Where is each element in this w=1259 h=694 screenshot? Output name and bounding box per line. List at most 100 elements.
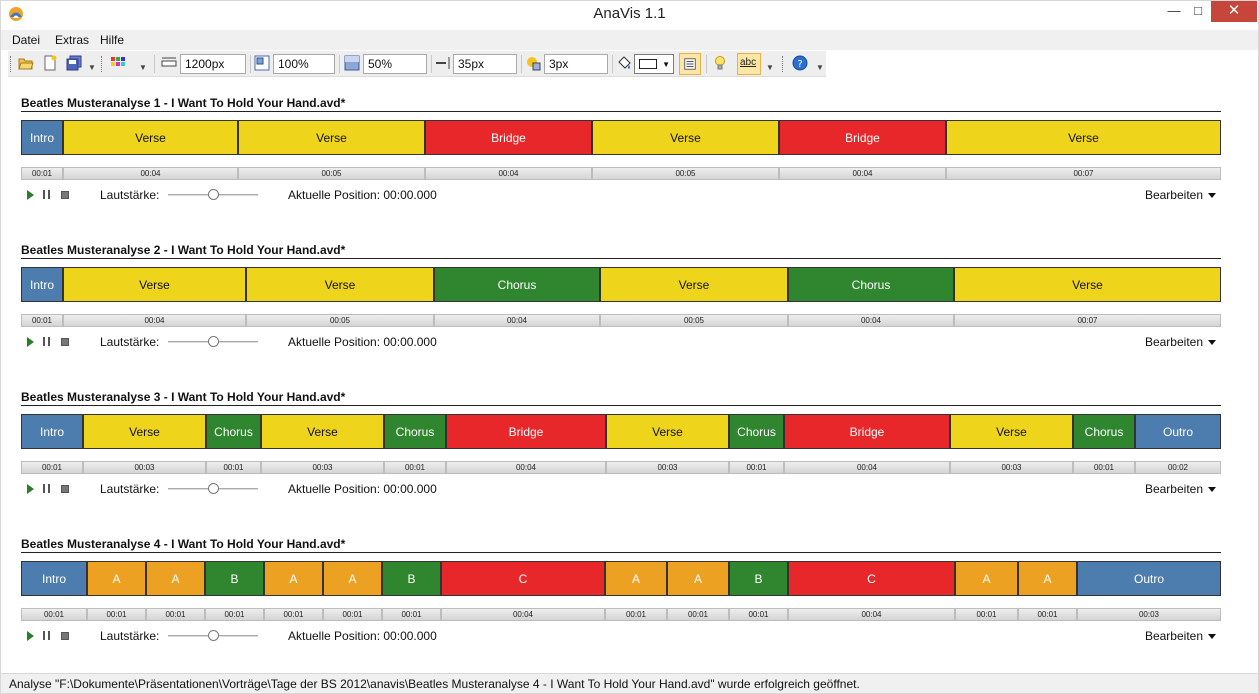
segment-verse[interactable]: Verse [261, 414, 384, 449]
menu-extras[interactable]: Extras [55, 33, 89, 47]
segment-verse[interactable]: Verse [954, 267, 1221, 302]
play-icon[interactable] [27, 484, 34, 494]
segment-chorus[interactable]: Chorus [788, 267, 954, 302]
analysis-block: Beatles Musteranalyse 3 - I Want To Hold… [21, 390, 1221, 500]
stop-icon[interactable] [61, 485, 69, 493]
segment-intro[interactable]: Intro [21, 267, 63, 302]
stop-icon[interactable] [61, 338, 69, 346]
toolbar-grip[interactable] [10, 56, 12, 72]
minimize-button[interactable]: — [1160, 0, 1188, 22]
pause-icon[interactable] [43, 190, 50, 199]
current-position-label: Aktuelle Position: 00:00.000 [288, 629, 437, 643]
segment-outro[interactable]: Outro [1135, 414, 1221, 449]
save-all-icon[interactable] [66, 55, 82, 71]
analysis-block: Beatles Musteranalyse 2 - I Want To Hold… [21, 243, 1221, 353]
segment-duration: 00:04 [788, 314, 954, 327]
segment-a[interactable]: A [146, 561, 205, 596]
edit-menu-button[interactable]: Bearbeiten [1145, 629, 1216, 643]
segment-bridge[interactable]: Bridge [446, 414, 606, 449]
stop-icon[interactable] [61, 191, 69, 199]
volume-slider-thumb[interactable] [208, 336, 219, 347]
segment-chorus[interactable]: Chorus [384, 414, 446, 449]
segment-verse[interactable]: Verse [246, 267, 434, 302]
segment-b[interactable]: B [382, 561, 441, 596]
segment-a[interactable]: A [955, 561, 1018, 596]
segment-chorus[interactable]: Chorus [434, 267, 600, 302]
segment-verse[interactable]: Verse [83, 414, 206, 449]
segment-verse[interactable]: Verse [63, 267, 246, 302]
pause-icon[interactable] [43, 631, 50, 640]
segment-bridge[interactable]: Bridge [779, 120, 946, 155]
volume-slider-thumb[interactable] [208, 630, 219, 641]
height-input[interactable]: 35px [453, 54, 517, 74]
segment-b[interactable]: B [205, 561, 264, 596]
show-text-toggle[interactable]: abc [737, 53, 761, 75]
play-icon[interactable] [27, 631, 34, 641]
segment-c[interactable]: C [788, 561, 955, 596]
segment-verse[interactable]: Verse [950, 414, 1073, 449]
toolbar-separator [706, 55, 707, 73]
segment-intro[interactable]: Intro [21, 561, 87, 596]
lightbulb-icon[interactable] [712, 55, 728, 71]
caret-down-icon [1208, 193, 1216, 199]
menu-bar: Datei Extras Hilfe [0, 30, 1259, 50]
zoom-input[interactable]: 100% [273, 54, 335, 74]
segment-outro[interactable]: Outro [1077, 561, 1221, 596]
pause-icon[interactable] [43, 337, 50, 346]
segment-duration: 00:01 [21, 167, 63, 180]
segment-intro[interactable]: Intro [21, 414, 83, 449]
segment-a[interactable]: A [605, 561, 667, 596]
border-color-picker[interactable]: ▼ [634, 54, 674, 74]
segment-duration: 00:04 [779, 167, 946, 180]
toolbar-overflow-icon[interactable]: ▼ [139, 64, 147, 72]
playback-controls: Lautstärke: Aktuelle Position: 00:00.000 B… [21, 628, 1221, 644]
stop-icon[interactable] [61, 632, 69, 640]
segment-verse[interactable]: Verse [63, 120, 238, 155]
toolbar-grip[interactable] [782, 56, 784, 72]
segment-bridge[interactable]: Bridge [425, 120, 592, 155]
volume-slider-thumb[interactable] [208, 189, 219, 200]
segment-chorus[interactable]: Chorus [206, 414, 261, 449]
segment-chorus[interactable]: Chorus [729, 414, 784, 449]
menu-hilfe[interactable]: Hilfe [100, 33, 124, 47]
play-icon[interactable] [27, 337, 34, 347]
opacity-input[interactable]: 50% [363, 54, 427, 74]
paint-bucket-icon[interactable] [616, 55, 632, 71]
width-input[interactable]: 1200px [180, 54, 246, 74]
segment-b[interactable]: B [729, 561, 788, 596]
toolbar-overflow-icon[interactable]: ▼ [816, 64, 824, 72]
segment-bridge[interactable]: Bridge [784, 414, 950, 449]
segment-a[interactable]: A [264, 561, 323, 596]
volume-slider-thumb[interactable] [208, 483, 219, 494]
segment-intro[interactable]: Intro [21, 120, 63, 155]
new-file-icon[interactable] [42, 55, 58, 71]
help-icon[interactable]: ? [792, 55, 808, 71]
menu-datei[interactable]: Datei [12, 33, 40, 47]
segment-c[interactable]: C [441, 561, 605, 596]
segment-duration: 00:03 [83, 461, 206, 474]
color-palette-icon[interactable] [110, 55, 126, 71]
toolbar-overflow-icon[interactable]: ▼ [88, 64, 96, 72]
show-durations-toggle[interactable] [679, 53, 701, 75]
border-width-input[interactable]: 3px [544, 54, 608, 74]
maximize-button[interactable]: □ [1188, 0, 1208, 22]
edit-menu-button[interactable]: Bearbeiten [1145, 188, 1216, 202]
toolbar-overflow-icon[interactable]: ▼ [766, 64, 774, 72]
close-button[interactable]: ✕ [1211, 0, 1257, 22]
toolbar-grip[interactable] [101, 56, 103, 72]
edit-menu-button[interactable]: Bearbeiten [1145, 335, 1216, 349]
segment-chorus[interactable]: Chorus [1073, 414, 1135, 449]
segment-a[interactable]: A [1018, 561, 1077, 596]
segment-a[interactable]: A [323, 561, 382, 596]
segment-verse[interactable]: Verse [606, 414, 729, 449]
pause-icon[interactable] [43, 484, 50, 493]
edit-menu-button[interactable]: Bearbeiten [1145, 482, 1216, 496]
segment-a[interactable]: A [87, 561, 146, 596]
segment-a[interactable]: A [667, 561, 729, 596]
play-icon[interactable] [27, 190, 34, 200]
segment-verse[interactable]: Verse [238, 120, 425, 155]
open-folder-icon[interactable] [18, 55, 34, 71]
segment-verse[interactable]: Verse [600, 267, 788, 302]
segment-verse[interactable]: Verse [946, 120, 1221, 155]
segment-verse[interactable]: Verse [592, 120, 779, 155]
